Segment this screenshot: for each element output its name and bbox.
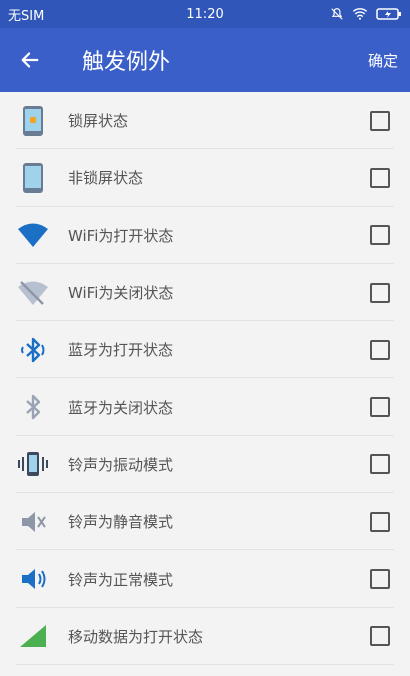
item-label: 蓝牙为关闭状态 xyxy=(68,398,174,417)
notification-off-icon xyxy=(331,8,343,20)
locked-phone-icon xyxy=(16,104,50,138)
checkbox[interactable] xyxy=(370,569,390,590)
checkbox[interactable] xyxy=(370,339,390,360)
list-item[interactable]: 蓝牙为关闭状态 xyxy=(0,378,410,437)
list-item[interactable]: WiFi为打开状态 xyxy=(0,207,410,265)
list-item[interactable]: 铃声为振动模式 xyxy=(0,436,410,494)
bluetooth-off-icon xyxy=(16,390,50,424)
item-label: 移动数据为打开状态 xyxy=(68,627,204,646)
list-item[interactable]: 移动数据为打开状态 xyxy=(0,608,410,666)
battery-icon xyxy=(376,8,401,20)
arrow-left-icon xyxy=(21,52,39,68)
wifi-status-icon xyxy=(352,8,368,20)
back-button[interactable] xyxy=(12,42,48,78)
unlocked-phone-icon xyxy=(16,161,50,195)
app-bar: 触发例外 确定 xyxy=(0,28,410,92)
status-icons xyxy=(330,7,402,21)
list-item[interactable]: 非锁屏状态 xyxy=(0,149,410,207)
item-label: WiFi为打开状态 xyxy=(68,226,174,245)
item-label: 铃声为振动模式 xyxy=(68,455,174,474)
vibrate-icon xyxy=(16,447,50,481)
checkbox[interactable] xyxy=(370,110,390,131)
checkbox[interactable] xyxy=(370,167,390,188)
list-item[interactable]: 铃声为正常模式 xyxy=(0,550,410,608)
status-bar: 无SIM 11:20 xyxy=(0,0,410,28)
checkbox[interactable] xyxy=(370,511,390,532)
list-item[interactable]: 锁屏状态 xyxy=(0,92,410,150)
list-item[interactable]: 蓝牙为打开状态 xyxy=(0,321,410,379)
checkbox[interactable] xyxy=(370,282,390,303)
confirm-button[interactable]: 确定 xyxy=(368,50,398,71)
item-label: 蓝牙为打开状态 xyxy=(68,341,174,360)
item-label: 非锁屏状态 xyxy=(68,169,144,188)
checkbox[interactable] xyxy=(370,397,390,418)
mute-icon xyxy=(16,505,50,539)
checkbox[interactable] xyxy=(370,454,390,475)
item-label: 铃声为正常模式 xyxy=(68,570,174,589)
checkbox[interactable] xyxy=(370,225,390,246)
exception-list: 锁屏状态 非锁屏状态 WiFi为打开状态 WiFi为关闭状态 蓝牙为打开状态 蓝… xyxy=(0,92,410,666)
item-label: 锁屏状态 xyxy=(68,112,129,131)
bluetooth-on-icon xyxy=(16,333,50,367)
carrier-text: 无SIM xyxy=(8,8,45,24)
volume-icon xyxy=(16,562,50,596)
checkbox[interactable] xyxy=(370,626,390,647)
item-label: WiFi为关闭状态 xyxy=(68,284,174,303)
list-item[interactable]: WiFi为关闭状态 xyxy=(0,264,410,322)
mobile-data-icon xyxy=(16,619,50,653)
item-label: 铃声为静音模式 xyxy=(68,513,174,532)
wifi-on-icon xyxy=(16,218,50,252)
wifi-off-icon xyxy=(16,276,50,310)
page-title: 触发例外 xyxy=(82,50,171,75)
list-item[interactable]: 铃声为静音模式 xyxy=(0,493,410,551)
